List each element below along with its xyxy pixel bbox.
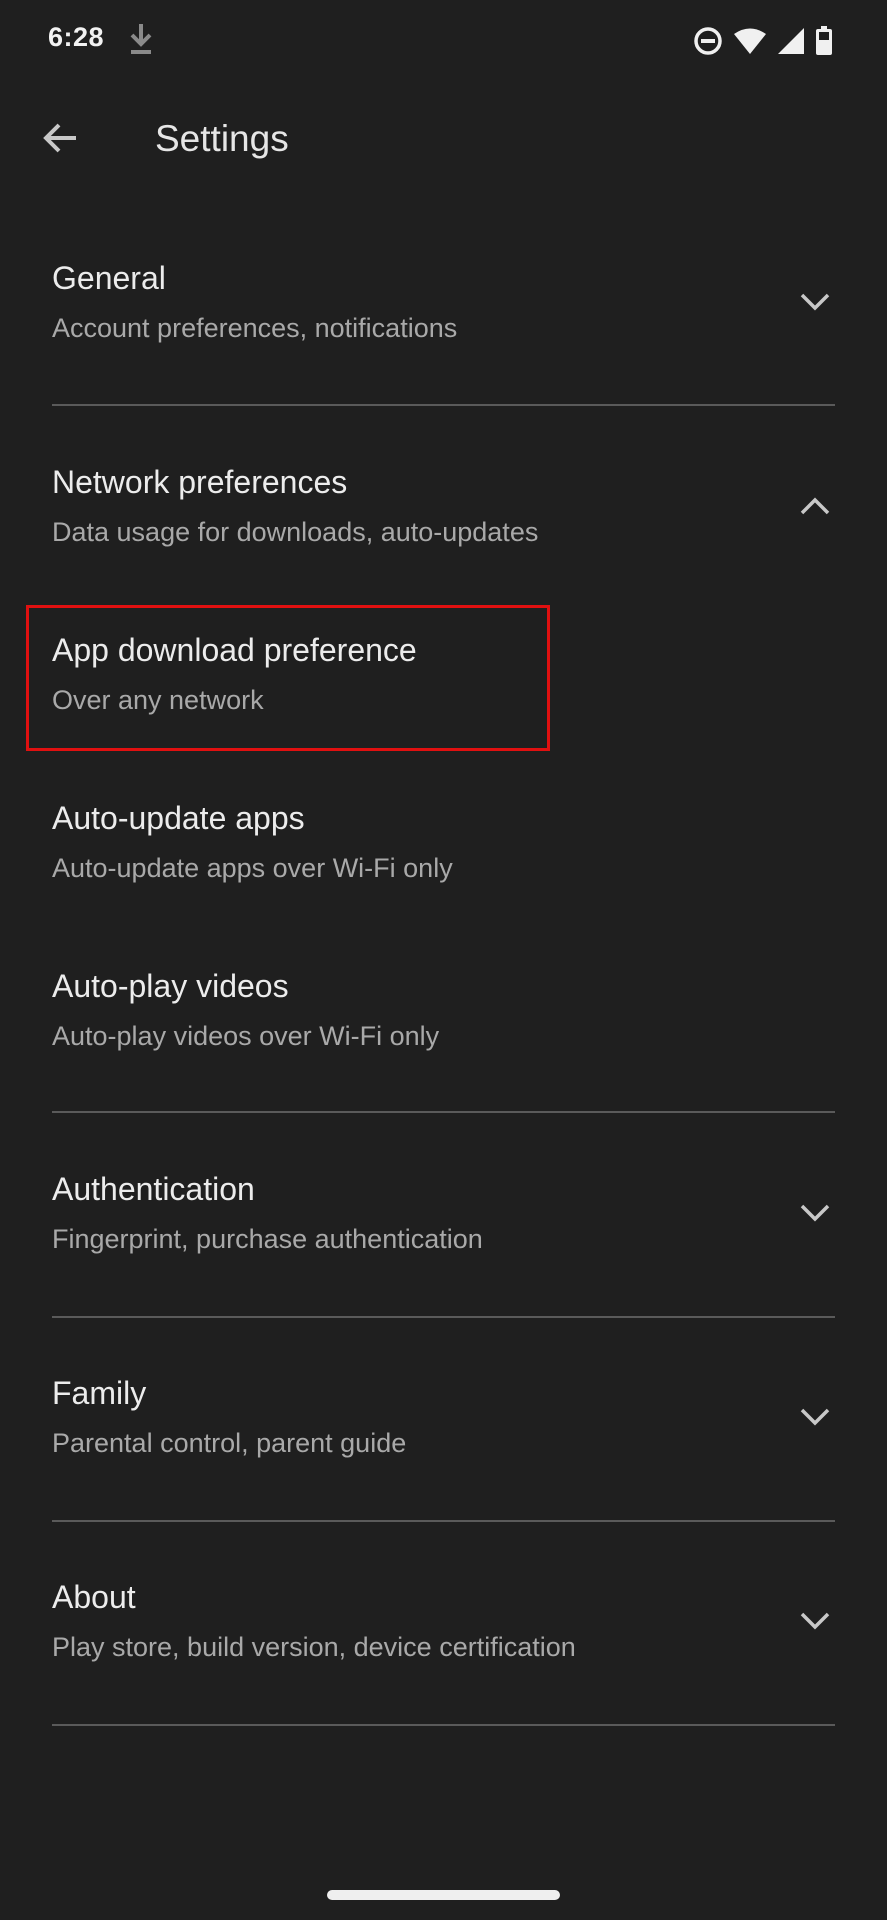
setting-value: Over any network <box>52 685 264 715</box>
section-subtitle: Account preferences, notifications <box>52 313 458 343</box>
setting-app-download-preference[interactable]: App download preference Over any network <box>52 630 835 730</box>
setting-title: Auto-play videos <box>52 968 289 1004</box>
section-subtitle: Data usage for downloads, auto-updates <box>52 517 539 547</box>
section-title: Authentication <box>52 1171 255 1207</box>
battery-icon <box>815 26 833 56</box>
settings-section-network[interactable]: Network preferences Data usage for downl… <box>52 462 835 562</box>
status-bar: 6:28 <box>0 0 887 80</box>
setting-value: Auto-update apps over Wi-Fi only <box>52 853 453 883</box>
app-bar: Settings <box>0 88 887 192</box>
section-title: Network preferences <box>52 464 348 500</box>
status-time: 6:28 <box>48 22 105 52</box>
section-title: About <box>52 1579 136 1615</box>
setting-value: Auto-play videos over Wi-Fi only <box>52 1021 440 1051</box>
chevron-down-icon <box>795 1397 835 1437</box>
back-button[interactable] <box>30 110 90 170</box>
divider <box>52 1520 835 1522</box>
do-not-disturb-icon <box>693 26 723 56</box>
section-subtitle: Fingerprint, purchase authentication <box>52 1224 483 1254</box>
download-icon <box>128 22 154 56</box>
divider <box>52 1724 835 1726</box>
section-subtitle: Play store, build version, device certif… <box>52 1632 576 1662</box>
signal-icon <box>777 27 805 55</box>
setting-auto-update-apps[interactable]: Auto-update apps Auto-update apps over W… <box>52 798 835 898</box>
divider <box>52 1111 835 1113</box>
settings-section-about[interactable]: About Play store, build version, device … <box>52 1577 835 1677</box>
setting-auto-play-videos[interactable]: Auto-play videos Auto-play videos over W… <box>52 966 835 1066</box>
chevron-down-icon <box>795 1193 835 1233</box>
setting-title: App download preference <box>52 632 417 668</box>
chevron-down-icon <box>795 282 835 322</box>
settings-section-family[interactable]: Family Parental control, parent guide <box>52 1373 835 1473</box>
settings-screen: 6:28 Settings General Account preference… <box>0 0 887 1920</box>
settings-section-general[interactable]: General Account preferences, notificatio… <box>52 258 835 358</box>
arrow-back-icon <box>42 122 78 159</box>
chevron-down-icon <box>795 1601 835 1641</box>
home-indicator[interactable] <box>327 1890 560 1900</box>
setting-title: Auto-update apps <box>52 800 305 836</box>
divider <box>52 404 835 406</box>
section-title: Family <box>52 1375 147 1411</box>
section-title: General <box>52 260 166 296</box>
settings-section-authentication[interactable]: Authentication Fingerprint, purchase aut… <box>52 1169 835 1269</box>
page-title: Settings <box>155 118 289 159</box>
wifi-icon <box>733 27 767 55</box>
chevron-up-icon <box>795 486 835 526</box>
status-icons <box>693 24 833 58</box>
divider <box>52 1316 835 1318</box>
section-subtitle: Parental control, parent guide <box>52 1428 407 1458</box>
